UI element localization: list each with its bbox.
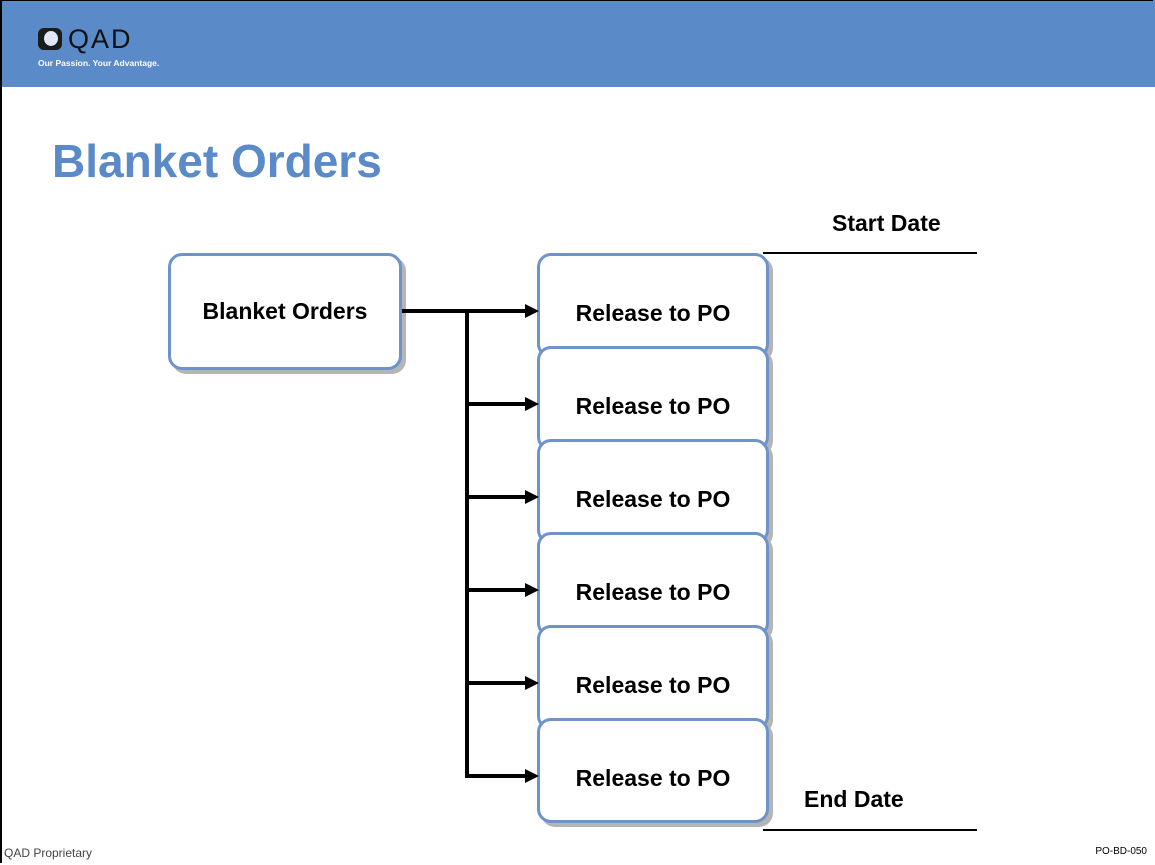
arrow-shaft <box>467 402 525 406</box>
start-date-label: Start Date <box>832 210 941 236</box>
arrow-shaft <box>467 588 525 592</box>
arrow-head-icon <box>525 583 539 597</box>
release-to-po-box: Release to PO <box>537 718 769 823</box>
page-title: Blanket Orders <box>52 135 382 187</box>
arrow-head-icon <box>525 769 539 783</box>
footer-proprietary: QAD Proprietary <box>4 846 93 860</box>
release-to-po-box: Release to PO <box>537 532 769 637</box>
connector-trunk <box>465 309 469 778</box>
logo-tagline: Our Passion. Your Advantage. <box>38 58 160 68</box>
arrow-head-icon <box>525 490 539 504</box>
start-date-rule <box>763 252 977 254</box>
blanket-orders-box: Blanket Orders <box>168 253 402 370</box>
release-to-po-box: Release to PO <box>537 346 769 451</box>
release-to-po-box: Release to PO <box>537 439 769 544</box>
logo-text: QAD <box>68 24 133 54</box>
arrow-head-icon <box>525 397 539 411</box>
connector-source-line <box>402 309 467 313</box>
arrow-shaft <box>467 681 525 685</box>
arrow-head-icon <box>525 676 539 690</box>
arrow-head-icon <box>525 304 539 318</box>
release-to-po-box: Release to PO <box>537 625 769 730</box>
arrow-shaft <box>467 495 525 499</box>
release-to-po-box: Release to PO <box>537 253 769 358</box>
arrow-shaft <box>467 309 525 313</box>
end-date-label: End Date <box>804 786 904 812</box>
arrow-shaft <box>467 774 525 778</box>
qad-logo-icon <box>38 28 62 50</box>
header-band <box>0 0 1155 87</box>
end-date-rule <box>763 829 977 831</box>
footer-slide-code: PO-BD-050 <box>1095 846 1147 857</box>
